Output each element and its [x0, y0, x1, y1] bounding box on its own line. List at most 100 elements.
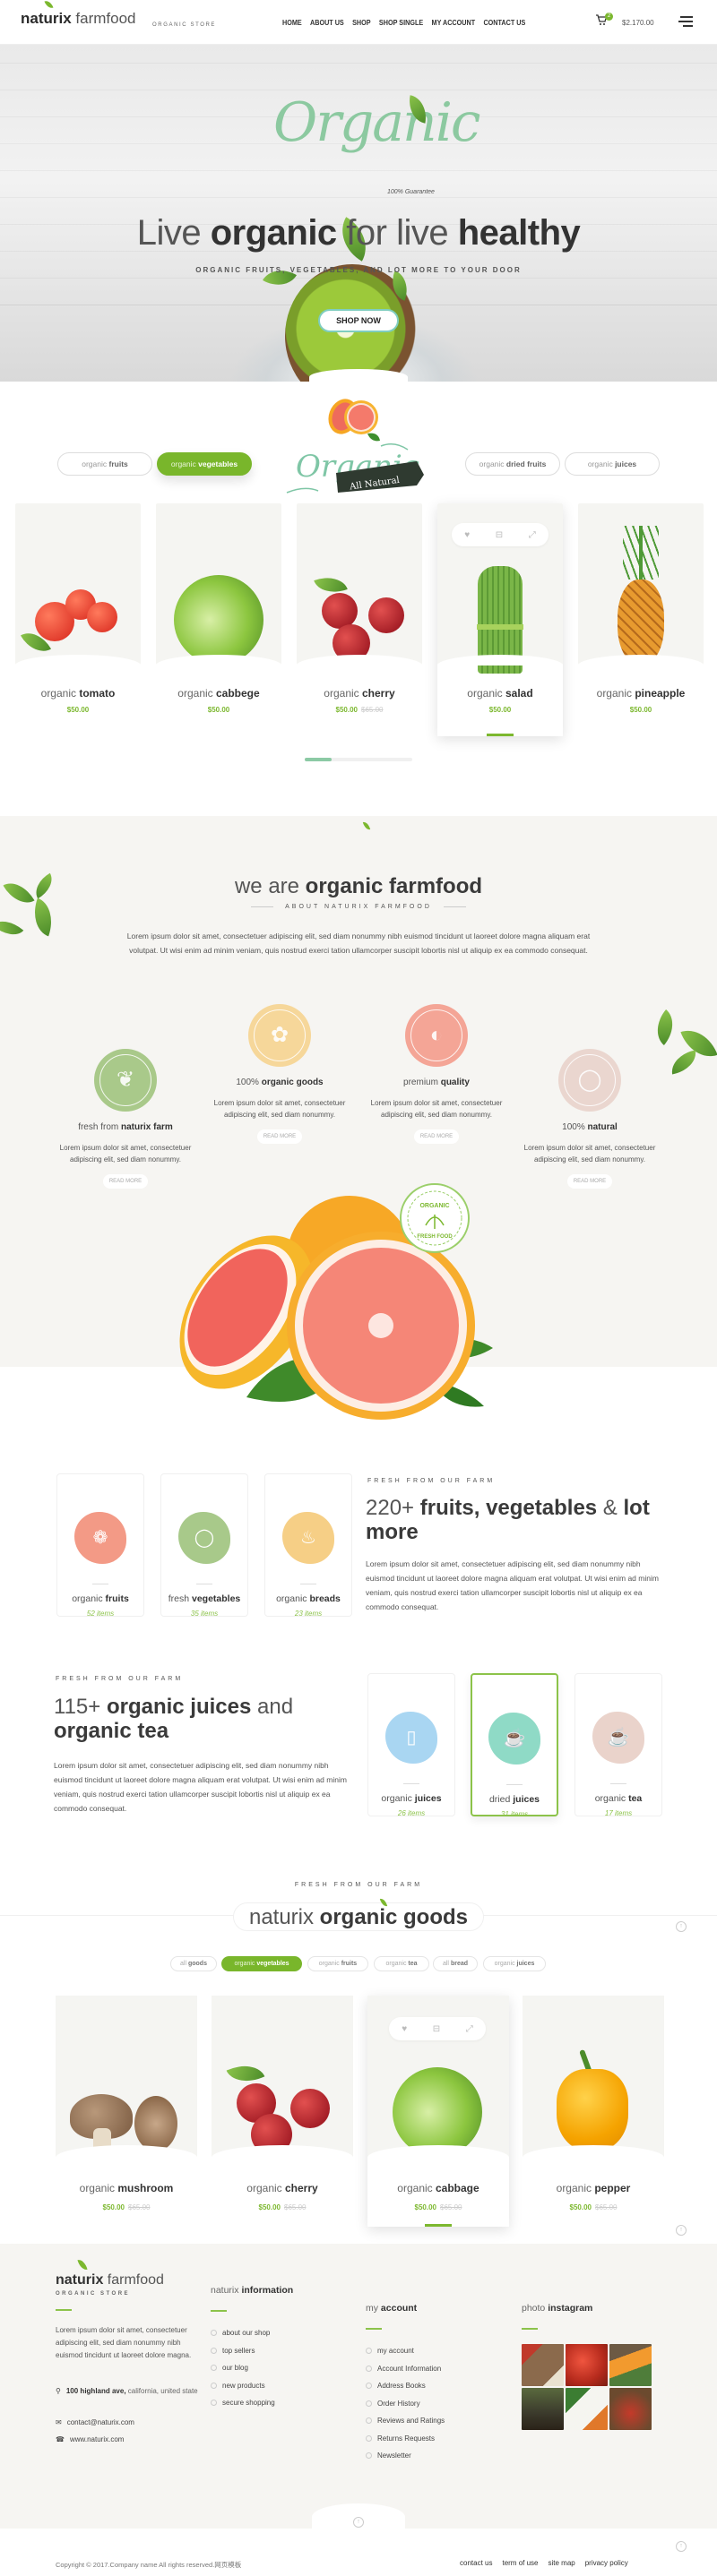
- expand-icon[interactable]: ⤢: [466, 2024, 473, 2034]
- goods-product-card[interactable]: organic cherry $50.00 $65.00: [212, 1996, 353, 2227]
- product-name[interactable]: organic cherry: [297, 687, 422, 700]
- site-logo[interactable]: naturix farmfood: [21, 10, 136, 28]
- goods-filter-organic-vegetables[interactable]: organic vegetables: [221, 1956, 302, 1971]
- product-image[interactable]: [297, 503, 422, 665]
- footer-link[interactable]: our blog: [211, 2359, 275, 2377]
- filter-organic-vegetables[interactable]: organic vegetables: [157, 452, 252, 476]
- category-card[interactable]: ❁ organic fruits 52 items: [56, 1473, 144, 1618]
- footer-link[interactable]: Address Books: [366, 2377, 445, 2395]
- circle-bullet-icon: [366, 2417, 372, 2425]
- goods-filter-organic-tea[interactable]: organic tea: [374, 1956, 429, 1971]
- hamburger-menu-icon[interactable]: [678, 16, 693, 29]
- scroll-up-icon[interactable]: ↑: [676, 1921, 687, 1932]
- footer-link[interactable]: Order History: [366, 2395, 445, 2413]
- footer-link[interactable]: Returns Requests: [366, 2430, 445, 2448]
- goods-filter-all-bread[interactable]: all bread: [433, 1956, 478, 1971]
- goods-product-card[interactable]: organic pepper $50.00 $65.00: [523, 1996, 664, 2227]
- instagram-photo[interactable]: [609, 2344, 652, 2386]
- instagram-photo[interactable]: [522, 2344, 564, 2386]
- instagram-photo[interactable]: [566, 2388, 608, 2430]
- product-image[interactable]: [15, 503, 141, 665]
- name-bold: cherry: [362, 687, 395, 700]
- category-card[interactable]: ▯ organic juices 26 items: [367, 1673, 455, 1817]
- footer-link[interactable]: top sellers: [211, 2342, 275, 2360]
- footer-website[interactable]: ☎ www.naturix.com: [56, 2435, 124, 2443]
- product-image[interactable]: [578, 503, 704, 665]
- link-site-map[interactable]: site map: [548, 2559, 574, 2567]
- category-card[interactable]: ♨ organic breads 23 items: [264, 1473, 352, 1618]
- filter-organic-dried-fruits[interactable]: organic dried fruits: [465, 452, 560, 476]
- product-name[interactable]: organic cabbege: [156, 687, 281, 700]
- footer-link[interactable]: new products: [211, 2377, 275, 2395]
- product-card[interactable]: organic tomato $50.00: [15, 503, 141, 736]
- nav-about-us[interactable]: ABOUT US: [310, 18, 344, 27]
- nav-shop[interactable]: SHOP: [352, 18, 370, 27]
- nav-contact-us[interactable]: CONTACT US: [483, 18, 525, 27]
- scroll-up-icon[interactable]: ↑: [676, 2225, 687, 2236]
- product-card[interactable]: organic cherry $50.00 $65.00: [297, 503, 422, 736]
- product-image[interactable]: [212, 1996, 353, 2158]
- filter-organic-fruits[interactable]: organic fruits: [57, 452, 152, 476]
- instagram-photo[interactable]: [566, 2344, 608, 2386]
- nav-my-account[interactable]: MY ACCOUNT: [432, 18, 476, 27]
- product-name[interactable]: organic salad: [437, 687, 563, 700]
- carousel-scrollbar[interactable]: [305, 758, 412, 761]
- basket-icon[interactable]: ⊟: [433, 2024, 440, 2034]
- scroll-up-icon[interactable]: ↑: [353, 2517, 364, 2528]
- goods-product-card[interactable]: organic mushroom $50.00 $65.00: [56, 1996, 197, 2227]
- link-term-of-use[interactable]: term of use: [502, 2559, 538, 2567]
- juice-glass-icon: ▯: [385, 1712, 437, 1764]
- footer-email[interactable]: ✉ contact@naturix.com: [56, 2418, 134, 2426]
- read-more-button[interactable]: READ MORE: [103, 1174, 148, 1189]
- product-name[interactable]: organic pineapple: [578, 687, 704, 700]
- link-contact-us[interactable]: contact us: [460, 2559, 492, 2567]
- expand-icon[interactable]: ⤢: [529, 530, 536, 540]
- heart-icon[interactable]: ♥: [402, 2024, 407, 2034]
- product-card[interactable]: organic pineapple $50.00: [578, 503, 704, 736]
- footer-link[interactable]: secure shopping: [211, 2394, 275, 2412]
- footer-link[interactable]: Newsletter: [366, 2447, 445, 2465]
- cart-total[interactable]: $2.170.00: [622, 19, 654, 27]
- shop-now-button[interactable]: SHOP NOW: [318, 309, 399, 332]
- product-image[interactable]: [523, 1996, 664, 2158]
- product-image[interactable]: [56, 1996, 197, 2158]
- carousel-scrollbar-thumb[interactable]: [305, 758, 332, 761]
- filter-organic-juices[interactable]: organic juices: [565, 452, 660, 476]
- feature-text: Lorem ipsum dolor sit amet, consectetuer…: [213, 1099, 346, 1119]
- instagram-photo[interactable]: [522, 2388, 564, 2430]
- read-more-button[interactable]: READ MORE: [257, 1129, 302, 1144]
- category-card[interactable]: ☕ organic tea 17 items: [574, 1673, 662, 1817]
- footer-logo[interactable]: naturix farmfood: [56, 2272, 164, 2288]
- name-light: organic: [324, 687, 362, 700]
- category-card[interactable]: ◯ fresh vegetables 35 items: [160, 1473, 248, 1618]
- footer-link[interactable]: Account Information: [366, 2360, 445, 2378]
- product-card-hovered[interactable]: ♥ ⊟ ⤢ organic salad $50.00: [437, 503, 563, 736]
- goods-filter-all-goods[interactable]: all goods: [170, 1956, 217, 1971]
- instagram-photo[interactable]: [609, 2388, 652, 2430]
- footer-link[interactable]: about our shop: [211, 2324, 275, 2342]
- product-name[interactable]: organic cherry: [212, 2182, 353, 2194]
- goods-filter-organic-fruits[interactable]: organic fruits: [307, 1956, 368, 1971]
- leaf-accent-icon: [362, 820, 371, 831]
- nav-shop-single[interactable]: SHOP SINGLE: [379, 18, 423, 27]
- feature-text: Lorem ipsum dolor sit amet, consectetuer…: [523, 1144, 656, 1163]
- nav-home[interactable]: HOME: [282, 18, 302, 27]
- price-current: $50.00: [569, 2203, 592, 2211]
- back-to-top-icon[interactable]: ↑: [676, 2541, 687, 2552]
- goods-filter-organic-juices[interactable]: organic juices: [483, 1956, 546, 1971]
- product-name[interactable]: organic mushroom: [56, 2182, 197, 2194]
- product-name[interactable]: organic tomato: [15, 687, 141, 700]
- read-more-button[interactable]: READ MORE: [567, 1174, 612, 1189]
- product-image[interactable]: [156, 503, 281, 665]
- heart-icon[interactable]: ♥: [464, 530, 470, 540]
- product-name[interactable]: organic pepper: [523, 2182, 664, 2194]
- basket-icon[interactable]: ⊟: [496, 530, 503, 540]
- footer-link[interactable]: my account: [366, 2342, 445, 2360]
- link-privacy-policy[interactable]: privacy policy: [585, 2559, 628, 2567]
- category-card-active[interactable]: ☕ dried juices 31 items: [471, 1673, 558, 1818]
- goods-product-card-hovered[interactable]: ♥ ⊟ ⤢ organic cabbage $50.00 $65.00: [367, 1996, 509, 2227]
- product-card[interactable]: organic cabbege $50.00: [156, 503, 281, 736]
- footer-link[interactable]: Reviews and Ratings: [366, 2412, 445, 2430]
- read-more-button[interactable]: READ MORE: [414, 1129, 459, 1144]
- product-name[interactable]: organic cabbage: [367, 2182, 509, 2194]
